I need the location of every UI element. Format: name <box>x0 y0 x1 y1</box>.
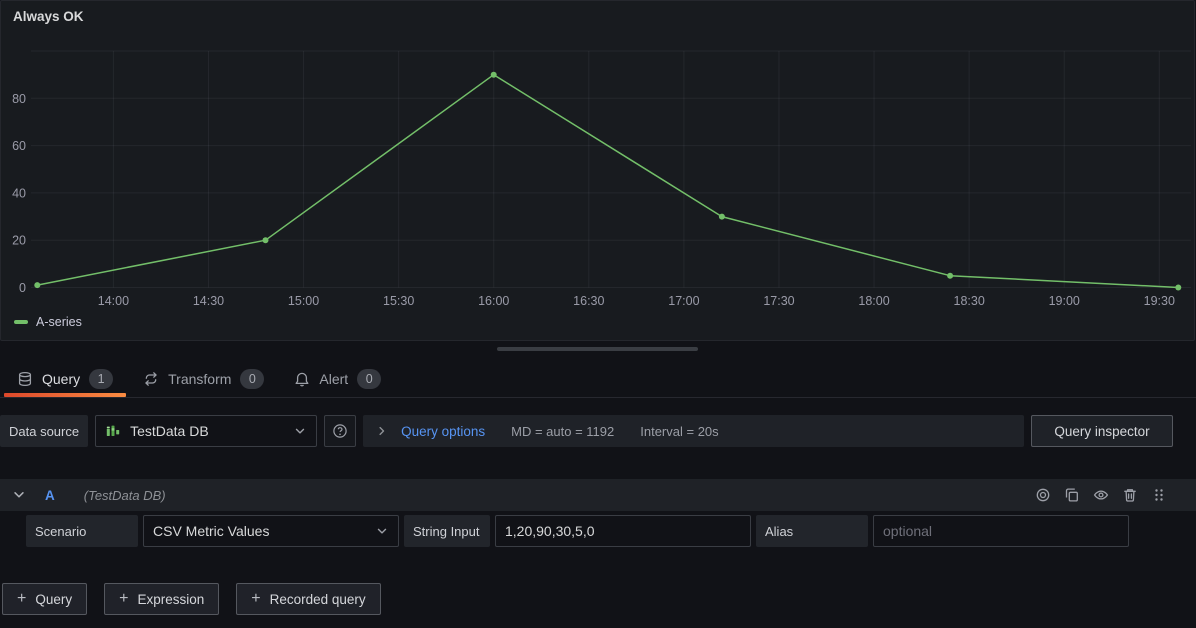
chevron-down-icon <box>293 424 307 438</box>
svg-text:17:00: 17:00 <box>668 294 699 308</box>
tab-alert[interactable]: Alert 0 <box>279 361 396 397</box>
query-toolbar: Data source TestData DB <box>0 415 1173 447</box>
svg-text:19:00: 19:00 <box>1049 294 1080 308</box>
datasource-picker[interactable]: TestData DB <box>95 415 317 447</box>
string-input-label: String Input <box>404 515 490 547</box>
add-expression-button[interactable]: + Expression <box>104 583 219 615</box>
string-input-field[interactable] <box>495 515 751 547</box>
query-editor-fields: Scenario CSV Metric Values String Input … <box>26 515 1129 547</box>
time-series-chart[interactable]: 14:00 14:30 15:00 15:30 16:00 16:30 17:00 17:30… <box>1 1 1194 313</box>
query-options-bar[interactable]: Query options MD = auto = 1192 Interval … <box>363 415 1024 447</box>
bell-icon <box>294 371 310 387</box>
chevron-down-icon <box>375 524 389 538</box>
scenario-select[interactable]: CSV Metric Values <box>143 515 399 547</box>
tab-transform-count-badge: 0 <box>240 369 264 389</box>
add-query-button[interactable]: + Query <box>2 583 87 615</box>
svg-text:16:00: 16:00 <box>478 294 509 308</box>
chevron-right-icon <box>376 425 388 437</box>
svg-text:40: 40 <box>12 186 26 200</box>
svg-text:80: 80 <box>12 92 26 106</box>
plus-icon: + <box>17 591 26 607</box>
series-color-swatch <box>14 320 28 324</box>
trash-icon[interactable] <box>1122 487 1138 503</box>
transform-icon <box>143 371 159 387</box>
interval-stat: Interval = 20s <box>640 424 718 439</box>
svg-text:14:00: 14:00 <box>98 294 129 308</box>
testdata-datasource-icon <box>105 423 121 439</box>
collapse-chevron-icon[interactable] <box>12 488 26 502</box>
query-options-link[interactable]: Query options <box>401 424 485 439</box>
drag-grip-icon[interactable] <box>1151 487 1167 503</box>
datasource-label: Data source <box>0 415 88 447</box>
query-row-header[interactable]: A (TestData DB) <box>0 479 1196 511</box>
active-tab-underline <box>4 393 126 397</box>
svg-text:20: 20 <box>12 234 26 248</box>
tab-alert-count-badge: 0 <box>357 369 381 389</box>
svg-text:60: 60 <box>12 139 26 153</box>
add-recorded-query-button[interactable]: + Recorded query <box>236 583 380 615</box>
tab-transform[interactable]: Transform 0 <box>128 361 279 397</box>
svg-text:18:00: 18:00 <box>858 294 889 308</box>
svg-text:16:30: 16:30 <box>573 294 604 308</box>
plus-icon: + <box>251 591 260 607</box>
series-label: A-series <box>36 315 82 329</box>
scenario-value: CSV Metric Values <box>153 523 269 539</box>
help-circle-icon <box>332 423 348 439</box>
panel-resize-handle[interactable] <box>497 347 698 351</box>
svg-text:15:00: 15:00 <box>288 294 319 308</box>
scenario-label: Scenario <box>26 515 138 547</box>
svg-text:0: 0 <box>19 281 26 295</box>
query-row-actions <box>1035 487 1167 503</box>
svg-text:18:30: 18:30 <box>954 294 985 308</box>
plus-icon: + <box>119 591 128 607</box>
editor-actions: + Query + Expression + Recorded query <box>2 583 381 615</box>
legend-item[interactable]: A-series <box>14 315 82 329</box>
query-inspector-button[interactable]: Query inspector <box>1031 415 1173 447</box>
timeseries-panel: 14:00 14:30 15:00 15:30 16:00 16:30 17:00 17:30… <box>0 0 1195 341</box>
record-circle-icon[interactable] <box>1035 487 1051 503</box>
tab-alert-label: Alert <box>319 371 348 387</box>
database-icon <box>17 371 33 387</box>
svg-text:15:30: 15:30 <box>383 294 414 308</box>
query-ref-id[interactable]: A <box>45 488 55 503</box>
tab-query-count-badge: 1 <box>89 369 113 389</box>
tab-query-label: Query <box>42 371 80 387</box>
svg-text:14:30: 14:30 <box>193 294 224 308</box>
datasource-value: TestData DB <box>130 423 209 439</box>
tab-transform-label: Transform <box>168 371 231 387</box>
tab-query[interactable]: Query 1 <box>2 361 128 397</box>
editor-tabs-bar: Query 1 Transform 0 <box>0 361 1196 398</box>
datasource-help-button[interactable] <box>324 415 356 447</box>
alias-field[interactable] <box>873 515 1129 547</box>
query-datasource-hint: (TestData DB) <box>84 488 166 503</box>
svg-text:17:30: 17:30 <box>763 294 794 308</box>
eye-icon[interactable] <box>1093 487 1109 503</box>
svg-text:19:30: 19:30 <box>1144 294 1175 308</box>
max-data-points-stat: MD = auto = 1192 <box>511 424 614 439</box>
panel-title[interactable]: Always OK <box>13 9 84 24</box>
duplicate-icon[interactable] <box>1064 487 1080 503</box>
alias-label: Alias <box>756 515 868 547</box>
